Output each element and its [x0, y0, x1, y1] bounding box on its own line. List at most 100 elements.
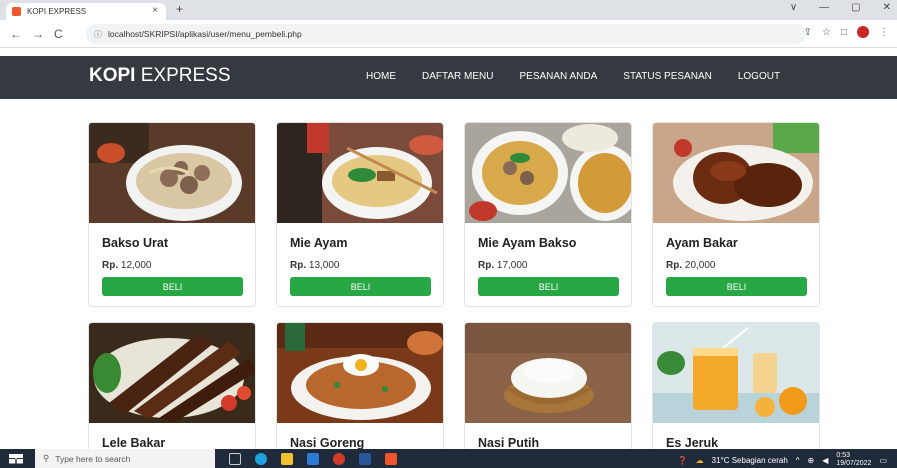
es-jeruk-image-icon — [653, 323, 819, 423]
xampp-icon[interactable] — [385, 452, 397, 465]
nasi-goreng-image-icon — [277, 323, 443, 423]
clock-date: 19/07/2022 — [836, 460, 872, 467]
brand-logo[interactable]: KOPI EXPRESS — [89, 65, 231, 87]
price-value: 17,000 — [496, 260, 528, 271]
product-card: Es Jeruk — [652, 322, 820, 462]
address-bar-row: ← → C ⓘ localhost/SKRIPSI/aplikasi/user/… — [0, 20, 897, 48]
brand-bold: KOPI — [89, 65, 136, 86]
browser-tab[interactable]: KOPI EXPRESS × — [6, 3, 166, 20]
system-tray: ❓ ☁ 31°C Sebagian cerah ^ ⊕ ◀ 0:53 19/07… — [678, 452, 887, 468]
url-text: localhost/SKRIPSI/aplikasi/user/menu_pem… — [108, 29, 302, 39]
new-tab-button[interactable]: + — [176, 2, 183, 16]
site-navbar: KOPI EXPRESS HOME DAFTAR MENU PESANAN AN… — [0, 56, 897, 99]
tab-close-icon[interactable]: × — [152, 5, 158, 16]
close-window-button[interactable]: ✕ — [883, 2, 891, 13]
file-explorer-icon[interactable] — [281, 452, 293, 465]
nav-daftar-menu[interactable]: DAFTAR MENU — [422, 71, 493, 82]
reload-icon[interactable]: C — [54, 27, 63, 41]
nav-logout[interactable]: LOGOUT — [738, 71, 780, 82]
product-name: Mie Ayam — [290, 236, 348, 250]
brand-rest: EXPRESS — [135, 65, 231, 86]
weather-text[interactable]: 31°C Sebagian cerah — [712, 456, 788, 465]
product-card: Lele Bakar — [88, 322, 256, 462]
taskbar-search-box[interactable]: ⚲ Type here to search — [35, 449, 215, 468]
product-name: Lele Bakar — [102, 436, 166, 450]
product-name: Es Jeruk — [666, 436, 719, 450]
url-field[interactable]: ⓘ localhost/SKRIPSI/aplikasi/user/menu_p… — [86, 24, 806, 44]
volume-icon[interactable]: ◀ — [822, 456, 828, 465]
currency-label: Rp. — [102, 260, 119, 271]
product-card: Mie Ayam Rp. 13,000 BELI — [276, 122, 444, 307]
forward-icon[interactable]: → — [32, 27, 44, 41]
clock-time: 0:53 — [836, 452, 851, 459]
maximize-button[interactable]: ▢ — [851, 2, 860, 13]
product-name: Bakso Urat — [102, 236, 168, 250]
search-placeholder: Type here to search — [55, 453, 131, 464]
notification-icon[interactable]: ▭ — [879, 456, 887, 465]
product-price: Rp. 12,000 — [102, 260, 151, 271]
tab-search-dropdown-icon[interactable]: ∨ — [790, 2, 797, 13]
lele-bakar-image-icon — [89, 323, 255, 423]
currency-label: Rp. — [666, 260, 683, 271]
back-icon[interactable]: ← — [10, 27, 22, 41]
product-card: Bakso Urat Rp. 12,000 BELI — [88, 122, 256, 307]
task-view-icon[interactable] — [229, 452, 241, 465]
beli-button[interactable]: BELI — [102, 277, 243, 296]
product-image — [277, 323, 443, 423]
search-icon: ⚲ — [43, 453, 50, 463]
product-price: Rp. 13,000 — [290, 260, 339, 271]
browser-toolbar-icons: ⇪ ☆ □ ⋮ — [804, 26, 889, 38]
bookmark-star-icon[interactable]: ☆ — [822, 27, 831, 38]
browser-menu-icon[interactable]: ⋮ — [879, 27, 889, 38]
side-panel-icon[interactable]: □ — [841, 27, 847, 38]
word-icon[interactable] — [359, 452, 371, 465]
nasi-putih-image-icon — [465, 323, 631, 423]
beli-button[interactable]: BELI — [478, 277, 619, 296]
tab-title: KOPI EXPRESS — [27, 7, 87, 16]
currency-label: Rp. — [290, 260, 307, 271]
beli-button[interactable]: BELI — [290, 277, 431, 296]
weather-icon: ☁ — [695, 455, 704, 465]
clock[interactable]: 0:53 19/07/2022 — [836, 452, 871, 468]
product-image — [653, 323, 819, 423]
product-name: Mie Ayam Bakso — [478, 236, 577, 250]
profile-avatar[interactable] — [857, 26, 869, 38]
nav-status-pesanan[interactable]: STATUS PESANAN — [623, 71, 712, 82]
mie-ayam-image-icon — [277, 123, 443, 223]
site-info-icon[interactable]: ⓘ — [94, 29, 102, 40]
product-image — [89, 123, 255, 223]
product-image — [89, 323, 255, 423]
windows-start-icon[interactable] — [9, 453, 23, 464]
nav-pesanan-anda[interactable]: PESANAN ANDA — [519, 71, 597, 82]
site-favicon-icon — [12, 7, 21, 16]
product-card: Mie Ayam Bakso Rp. 17,000 BELI — [464, 122, 632, 307]
window-controls: ∨ — ▢ ✕ — [790, 2, 891, 13]
ayam-bakar-image-icon — [653, 123, 819, 223]
tray-chevron-icon[interactable]: ^ — [796, 456, 800, 465]
product-card: Ayam Bakar Rp. 20,000 BELI — [652, 122, 820, 307]
edge-browser-icon[interactable] — [255, 452, 267, 465]
product-name: Ayam Bakar — [666, 236, 738, 250]
minimize-button[interactable]: — — [819, 2, 829, 13]
browser-tab-strip: KOPI EXPRESS × + ∨ — ▢ ✕ — [0, 0, 897, 20]
chrome-icon[interactable] — [333, 452, 345, 465]
currency-label: Rp. — [478, 260, 495, 271]
price-value: 20,000 — [684, 260, 716, 271]
product-price: Rp. 17,000 — [478, 260, 527, 271]
product-image — [465, 323, 631, 423]
price-value: 13,000 — [308, 260, 340, 271]
product-name: Nasi Putih — [478, 436, 540, 450]
product-image — [653, 123, 819, 223]
windows-taskbar: ⚲ Type here to search ❓ ☁ 31°C Sebagian … — [0, 449, 897, 468]
share-icon[interactable]: ⇪ — [804, 27, 812, 38]
network-icon[interactable]: ⊕ — [808, 456, 815, 465]
mie-ayam-bakso-image-icon — [465, 123, 631, 223]
nav-home[interactable]: HOME — [366, 71, 396, 82]
product-name: Nasi Goreng — [290, 436, 365, 450]
beli-button[interactable]: BELI — [666, 277, 807, 296]
product-price: Rp. 20,000 — [666, 260, 715, 271]
product-image — [465, 123, 631, 223]
product-card: Nasi Putih — [464, 322, 632, 462]
help-icon[interactable]: ❓ — [678, 456, 688, 465]
mail-icon[interactable] — [307, 452, 319, 465]
